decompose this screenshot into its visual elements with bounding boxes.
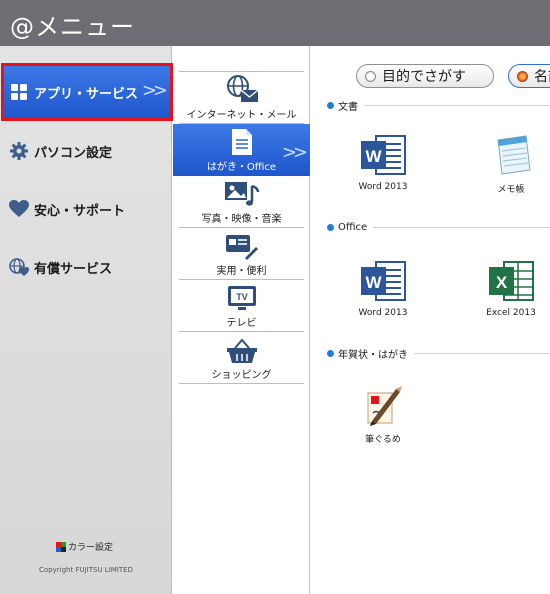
app-tile-word[interactable]: W Word 2013 [338,256,428,318]
section-dot-icon [327,102,334,109]
section-header: 文書 [327,98,550,113]
category-label: パソコン設定 [34,145,113,161]
subcategory-photo-video-music[interactable]: 写真・映像・音楽 [179,176,304,228]
svg-text:W: W [365,147,382,166]
svg-text:TV: TV [236,292,248,302]
subcategory-label: テレビ [226,318,257,329]
app-label: Word 2013 [358,182,408,192]
photo-music-icon [179,178,304,208]
globe-heart-icon [8,256,30,278]
radio-icon [365,70,376,82]
category-label: アプリ・サービス [34,86,139,102]
svg-text:W: W [365,273,382,292]
apps-grid-icon [8,81,30,103]
section-header: 年賀状・はがき [327,346,550,361]
app-label: 筆ぐるめ [365,435,401,445]
tv-icon: TV [179,282,304,312]
section-title: 年賀状・はがき [338,350,408,361]
basket-icon [179,334,304,364]
category-apps-services[interactable]: アプリ・サービス >> [1,63,173,121]
category-safety-support[interactable]: 安心・サポート [4,184,170,234]
section-header: Office [327,222,550,233]
category-paid-services[interactable]: 有償サービス [4,242,170,292]
section-dot-icon [327,224,334,231]
divider [414,353,550,354]
app-tile-word[interactable]: W Word 2013 [338,130,428,192]
subcategory-postcard-office[interactable]: はがき・Office >> [173,124,310,176]
radio-selected-icon [517,70,528,82]
category-label: 安心・サポート [34,203,126,219]
search-mode-label: 名前でさがす [534,69,550,85]
search-by-name-button[interactable]: 名前でさがす [508,64,550,88]
heart-icon [8,198,30,220]
app-list-pane: 目的でさがす 名前でさがす 文書 W Word 2013 [311,46,550,594]
category-pc-settings[interactable]: パソコン設定 [4,126,170,176]
color-setting-label: カラー設定 [68,543,114,553]
section-title: 文書 [338,102,358,113]
copyright-text: Copyright FUJITSU LIMITED [39,566,133,574]
app-tile-notepad[interactable]: メモ帳 [466,130,550,195]
app-title: @メニュー [10,13,135,41]
divider [364,105,550,106]
gear-icon [8,140,30,162]
svg-text:X: X [496,273,508,292]
search-by-purpose-button[interactable]: 目的でさがす [356,64,494,88]
subcategory-internet-mail[interactable]: インターネット・メール [179,72,304,124]
subcategory-label: ショッピング [211,370,272,381]
category-label: 有償サービス [34,261,113,277]
notepad-icon [466,130,550,180]
globe-mail-icon [179,74,304,104]
subcategory-label: インターネット・メール [186,110,297,121]
card-pen-icon [179,230,304,260]
subcategory-utility[interactable]: 実用・便利 [179,228,304,280]
app-label: Word 2013 [358,308,408,318]
app-tile-excel[interactable]: X Excel 2013 [466,256,550,318]
color-setting-button[interactable]: カラー設定 [56,540,113,553]
subcategory-pane: インターネット・メール はがき・Office >> 写真・映像・音楽 実用・便利… [173,46,310,594]
subcategory-tv[interactable]: TV テレビ [179,280,304,332]
chevron-right-icon: >> [141,80,168,101]
word-icon: W [338,256,428,306]
app-label: メモ帳 [497,185,525,195]
search-mode-label: 目的でさがす [382,69,466,85]
fudegurume-icon [338,380,428,430]
divider [373,227,550,228]
color-palette-icon [56,541,66,552]
section-dot-icon [327,350,334,357]
title-bar: @メニュー [0,0,550,46]
excel-icon: X [466,256,550,306]
word-icon: W [338,130,428,180]
app-label: Excel 2013 [486,308,536,318]
section-title: Office [338,222,368,233]
app-tile-fudegurume[interactable]: 筆ぐるめ [338,380,428,445]
category-pane: アプリ・サービス >> パソコン設定 安心・サポート 有償サービス カラー設定 … [0,46,173,594]
subcategory-shopping[interactable]: ショッピング [179,332,304,384]
subcategory-label: 実用・便利 [216,266,267,277]
chevron-right-icon: >> [281,142,308,163]
subcategory-label: 写真・映像・音楽 [201,214,282,225]
